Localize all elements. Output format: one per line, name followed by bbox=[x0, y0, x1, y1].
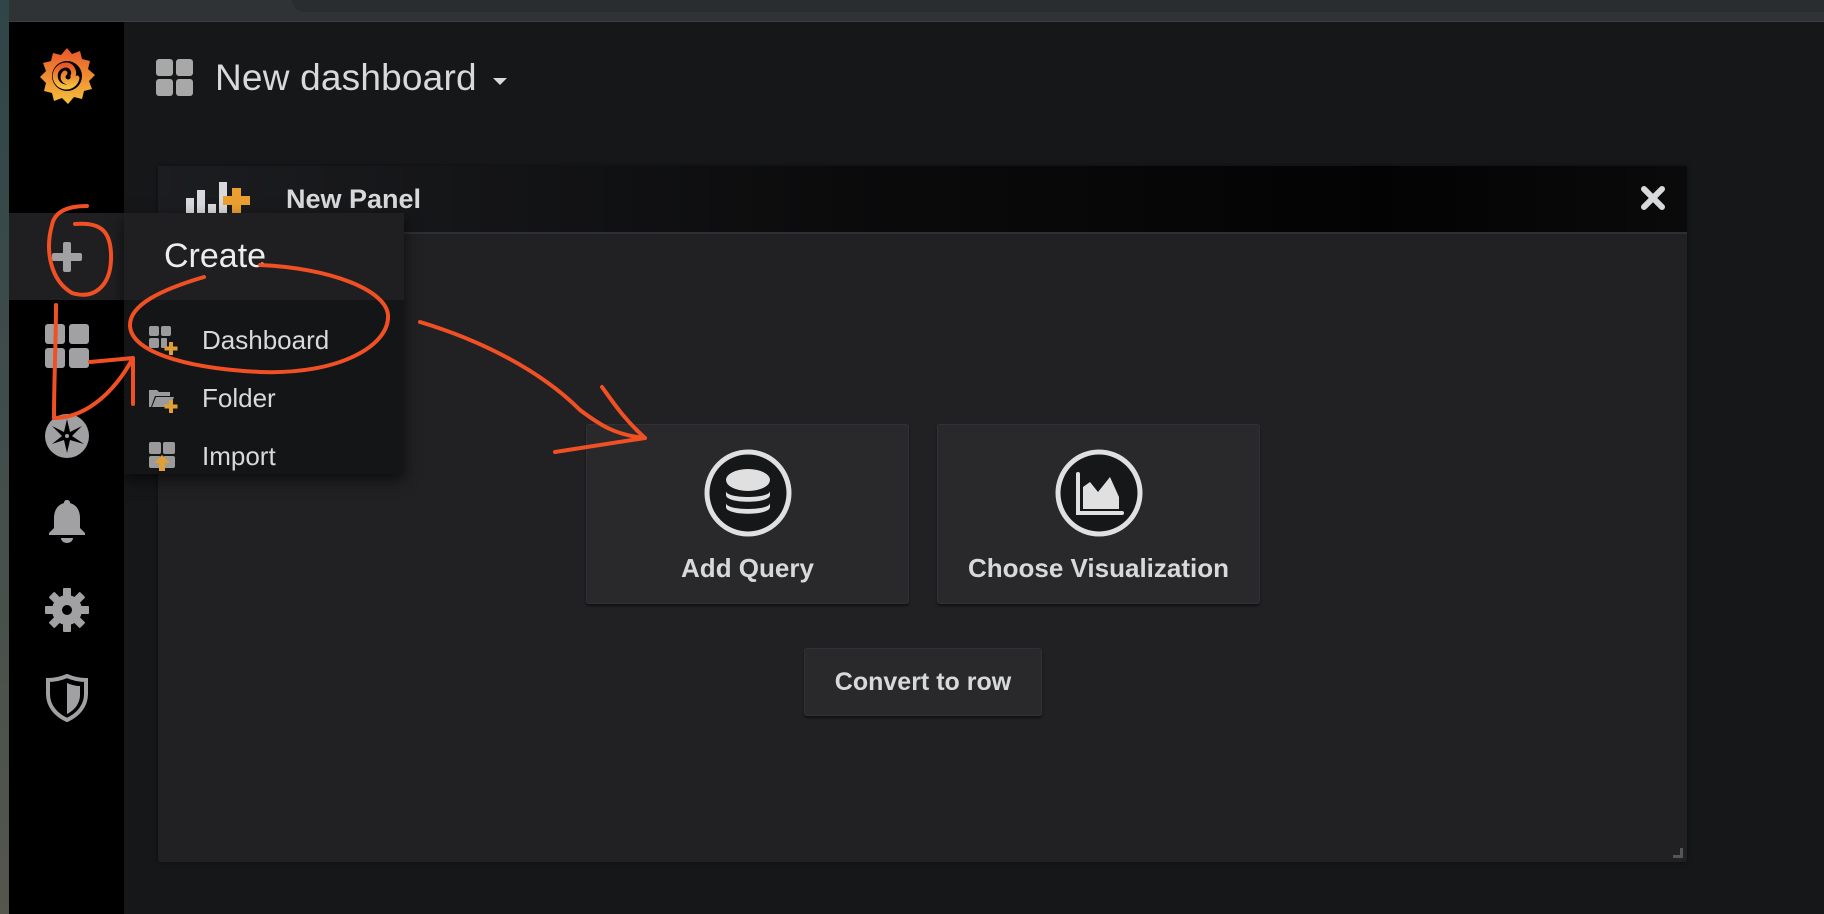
menu-item-folder-label: Folder bbox=[202, 382, 276, 413]
menu-item-import-label: Import bbox=[202, 440, 276, 471]
add-query-button[interactable]: Add Query bbox=[586, 424, 909, 604]
menu-item-dashboard[interactable]: Dashboard bbox=[124, 311, 404, 369]
sidebar-item-alerting[interactable] bbox=[9, 497, 124, 545]
create-menu-title: Create bbox=[164, 237, 267, 275]
dashboard-grid-icon bbox=[156, 59, 193, 96]
bar-chart-add-icon bbox=[186, 182, 250, 214]
dashboard-title-picker[interactable]: New dashboard bbox=[155, 54, 507, 102]
folder-add-icon bbox=[149, 390, 178, 413]
choose-visualization-label: Choose Visualization bbox=[967, 553, 1229, 583]
browser-toolbar bbox=[0, 0, 1824, 22]
import-icon bbox=[149, 442, 175, 471]
browser-tab-strip bbox=[292, 0, 1824, 12]
compass-icon bbox=[44, 414, 89, 458]
bell-icon bbox=[48, 500, 85, 543]
menu-item-dashboard-label: Dashboard bbox=[202, 324, 330, 355]
resize-handle-icon[interactable] bbox=[1673, 848, 1683, 858]
create-menu-header[interactable]: Create bbox=[124, 213, 404, 300]
sidebar-item-server-admin[interactable] bbox=[9, 673, 124, 723]
grafana-logo[interactable] bbox=[9, 40, 124, 112]
sidebar-item-create[interactable] bbox=[9, 213, 124, 300]
sidebar bbox=[9, 22, 124, 914]
dashboard-title: New dashboard bbox=[215, 57, 477, 98]
menu-item-import[interactable]: Import bbox=[124, 427, 404, 485]
caret-down-icon bbox=[492, 77, 507, 85]
sidebar-item-explore[interactable] bbox=[9, 412, 124, 460]
database-icon bbox=[704, 449, 791, 537]
gear-icon bbox=[44, 588, 89, 632]
grafana-logo-icon bbox=[39, 48, 95, 104]
window-edge bbox=[0, 0, 9, 914]
add-query-label: Add Query bbox=[681, 553, 814, 583]
choose-visualization-button[interactable]: Choose Visualization bbox=[937, 424, 1260, 604]
close-icon[interactable] bbox=[1639, 184, 1667, 212]
plus-icon bbox=[51, 241, 82, 272]
sidebar-item-dashboards[interactable] bbox=[9, 320, 124, 372]
create-menu: Create Dashboard Folder Import bbox=[124, 213, 404, 474]
area-chart-icon bbox=[1055, 449, 1142, 537]
panel-title: New Panel bbox=[286, 184, 422, 214]
dashboard-add-icon bbox=[149, 326, 178, 355]
shield-icon bbox=[45, 674, 88, 722]
sidebar-item-configuration[interactable] bbox=[9, 586, 124, 634]
convert-to-row-button[interactable]: Convert to row bbox=[804, 648, 1042, 716]
menu-item-folder[interactable]: Folder bbox=[124, 369, 404, 427]
grid-icon bbox=[44, 324, 89, 368]
